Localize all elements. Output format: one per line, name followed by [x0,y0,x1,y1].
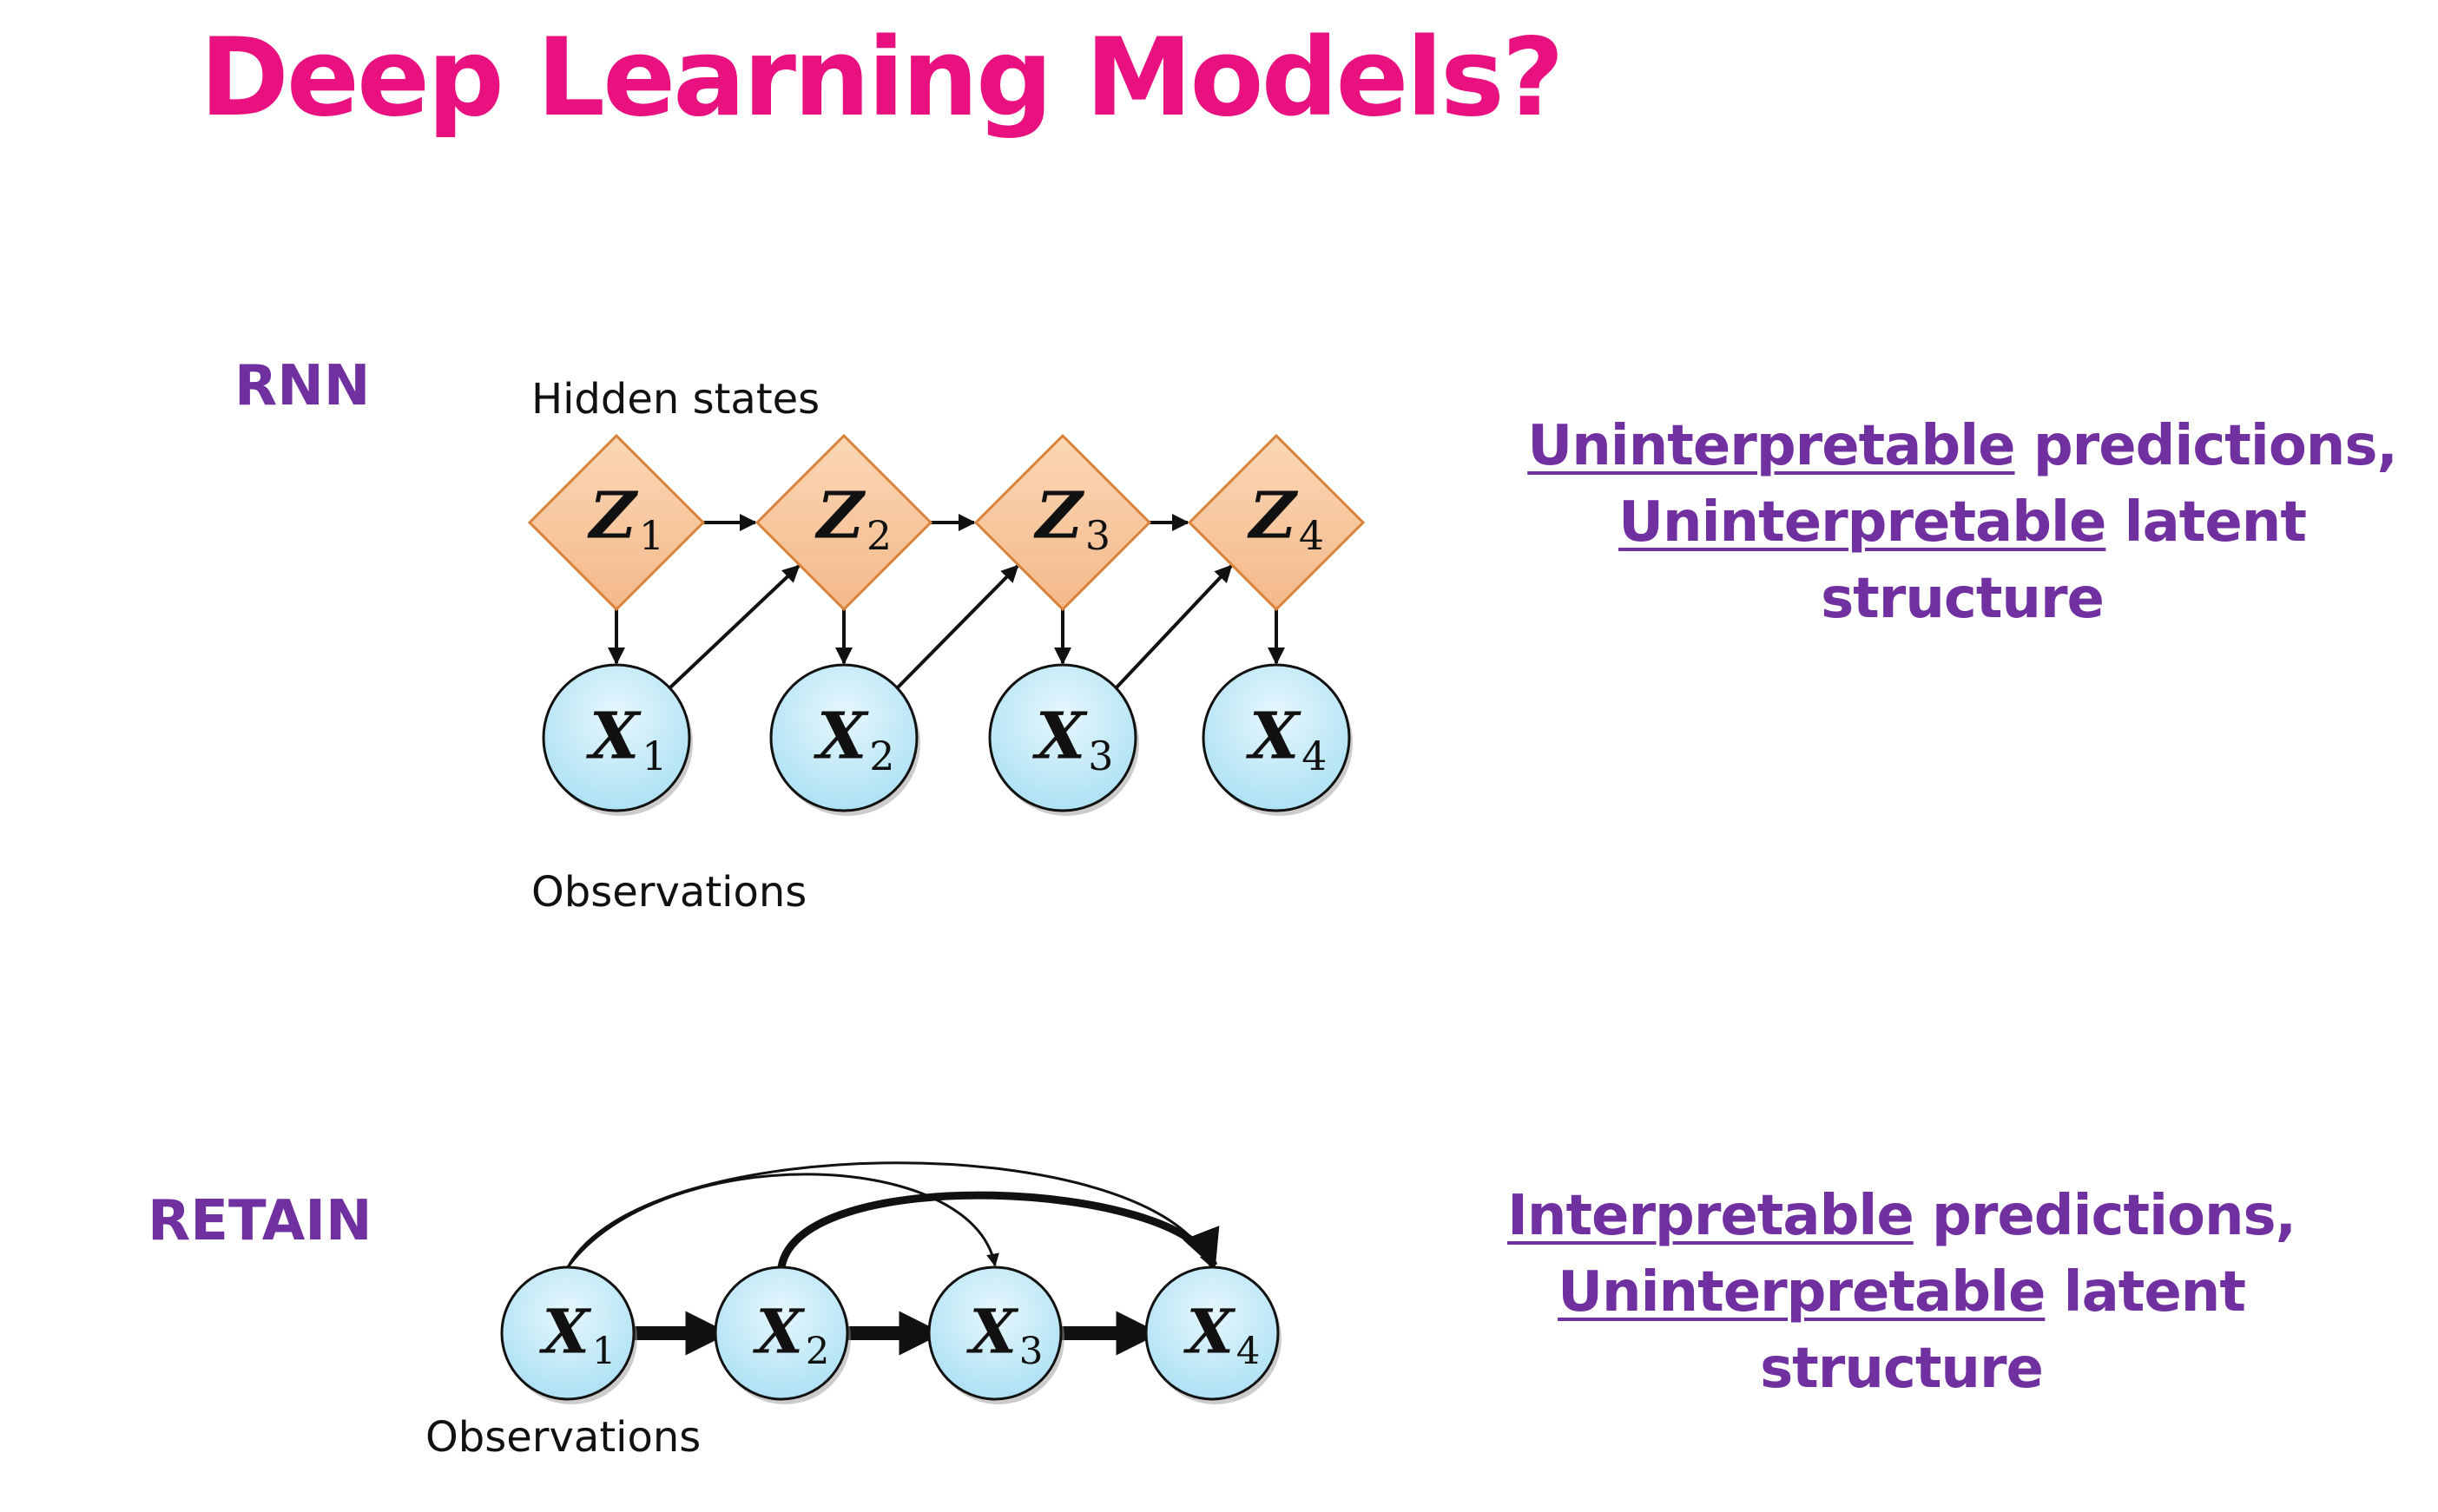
rnn-z4-subscript: 4 [1299,512,1324,559]
retain-description: Interpretable predictions, Uninterpretab… [1467,1178,2336,1407]
rnn-z3-letter: Z [1033,479,1085,554]
retain-x4-letter: X [1183,1295,1236,1367]
rnn-edge-x2-z3 [896,564,1019,689]
retain-x3-letter: X [966,1295,1019,1367]
rnn-x3-subscript: 3 [1088,733,1113,779]
retain-x2-letter: X [753,1295,806,1367]
retain-obs-node-x4: X4 [1144,1265,1282,1404]
retain-desc-line3: structure [1760,1337,2044,1401]
retain-obs-node-x2: X2 [714,1265,851,1404]
retain-x1-letter: X [539,1295,592,1367]
retain-desc-line1: Interpretable predictions, [1467,1178,2336,1254]
retain-desc-line2: Uninterpretable latent [1467,1254,2336,1331]
retain-x3-subscript: 3 [1019,1330,1044,1373]
rnn-z1-subscript: 1 [639,512,664,559]
rnn-edges [608,514,1285,689]
rnn-z1-letter: Z [587,479,639,554]
rnn-desc-line1-rest: predictions, [2014,414,2398,478]
retain-edge-x1-x4 [566,1161,1212,1268]
rnn-desc-line1: Uninterpretable predictions, [1519,408,2405,484]
rnn-desc-line2-rest: latent [2105,490,2307,555]
rnn-edge-x1-z2 [669,564,801,689]
rnn-desc-line1-underlined: Uninterpretable [1527,414,2015,478]
retain-edge-x1-x3 [566,1173,999,1268]
rnn-obs-node-x2: X2 [769,663,920,816]
rnn-z4-letter: Z [1247,479,1299,554]
retain-desc-line2-rest: latent [2045,1260,2246,1325]
retain-edge-x2-x4 [777,1191,1220,1270]
rnn-edge-x3-z4 [1115,564,1233,689]
rnn-z3-subscript: 3 [1085,512,1110,559]
rnn-z2-letter: Z [814,479,866,554]
rnn-obs-node-x3: X3 [988,663,1139,816]
rnn-hidden-node-z2: Z2 [754,433,933,612]
retain-desc-line1-rest: predictions, [1913,1184,2296,1248]
rnn-z2-subscript: 2 [866,512,892,559]
retain-x2-subscript: 2 [806,1330,830,1373]
rnn-desc-line2-underlined: Uninterpretable [1618,490,2106,555]
rnn-x2-subscript: 2 [869,733,894,779]
retain-x1-subscript: 1 [592,1330,616,1373]
rnn-hidden-node-z1: Z1 [527,433,706,612]
rnn-description: Uninterpretable predictions, Uninterpret… [1519,408,2405,637]
rnn-desc-line2: Uninterpretable latent [1519,484,2405,561]
retain-desc-line1-underlined: Interpretable [1507,1184,1914,1248]
rnn-x4-letter: X [1246,700,1301,774]
rnn-x3-letter: X [1032,700,1088,774]
rnn-nodes: Z1X1Z2X2Z3X3Z4X4 [527,433,1366,816]
rnn-desc-line3: structure [1821,567,2105,631]
retain-x4-subscript: 4 [1236,1330,1261,1373]
rnn-x4-subscript: 4 [1301,733,1327,779]
retain-desc-line2-underlined: Uninterpretable [1558,1260,2046,1325]
rnn-x1-letter: X [586,700,642,774]
rnn-obs-node-x4: X4 [1202,663,1353,816]
retain-edges [566,1161,1220,1356]
retain-obs-node-x1: X1 [500,1265,637,1404]
rnn-x1-subscript: 1 [642,733,667,779]
retain-obs-node-x3: X3 [927,1265,1064,1404]
rnn-x2-letter: X [814,700,869,774]
rnn-obs-node-x1: X1 [542,663,693,816]
